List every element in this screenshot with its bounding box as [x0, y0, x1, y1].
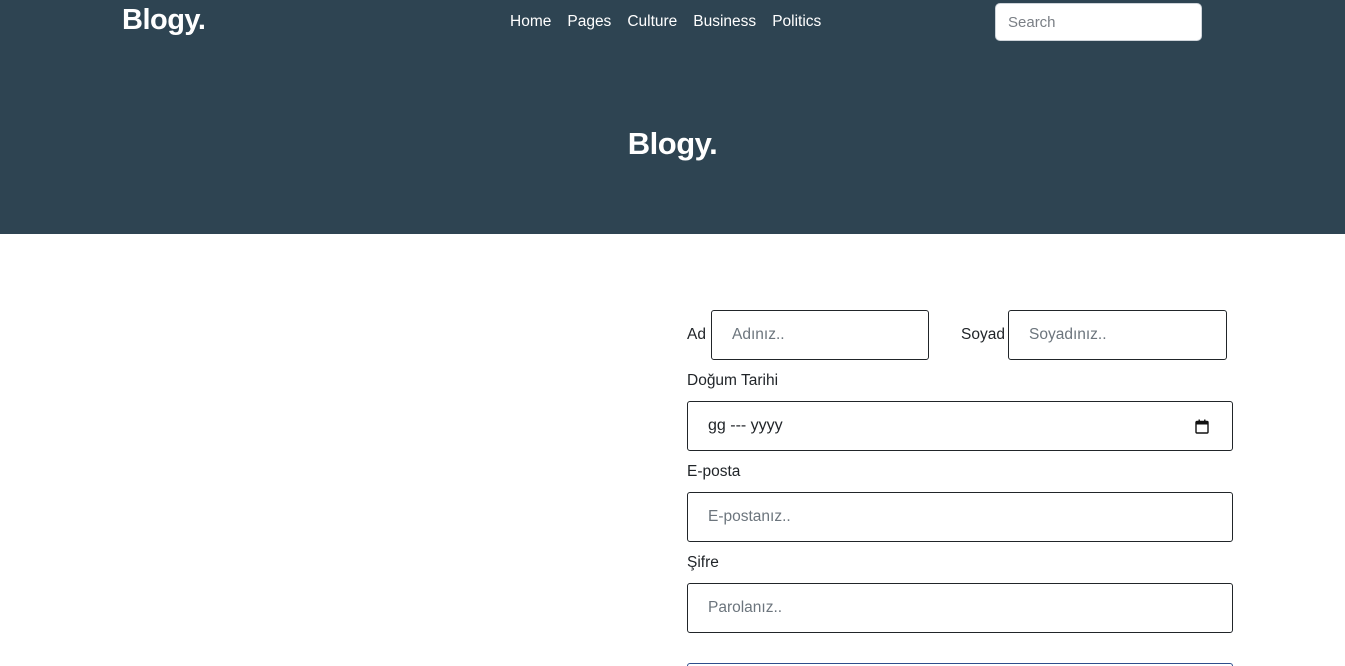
- nav-item: Business: [685, 12, 764, 32]
- name-row: Ad Soyad: [687, 310, 1233, 360]
- email-label: E-posta: [687, 463, 741, 480]
- registration-form: Ad Soyad Doğum Tarihi gg --- yyyy E-post…: [687, 310, 1233, 633]
- last-name-input[interactable]: [1008, 310, 1227, 360]
- navbar: Blogy. Home Pages Culture Business Polit…: [0, 0, 1345, 46]
- birthdate-label: Doğum Tarihi: [687, 372, 779, 389]
- nav-link-pages[interactable]: Pages: [559, 12, 619, 32]
- nav-item: Culture: [619, 12, 685, 32]
- nav-item: Home: [502, 12, 559, 32]
- birthdate-value: gg --- yyyy: [708, 417, 783, 434]
- nav-item: Pages: [559, 12, 619, 32]
- first-name-input[interactable]: [711, 310, 929, 360]
- hero-title: Blogy.: [627, 126, 718, 161]
- nav-links: Home Pages Culture Business Politics: [502, 12, 829, 32]
- nav-link-politics[interactable]: Politics: [764, 12, 829, 32]
- birthdate-input[interactable]: gg --- yyyy: [687, 401, 1233, 451]
- email-input[interactable]: [687, 492, 1233, 542]
- first-name-label: Ad: [687, 326, 706, 343]
- nav-item: Politics: [764, 12, 829, 32]
- brand-logo[interactable]: Blogy.: [122, 4, 206, 37]
- password-label: Şifre: [687, 554, 719, 571]
- nav-link-home[interactable]: Home: [502, 12, 559, 32]
- last-name-label: Soyad: [961, 326, 1005, 343]
- nav-link-culture[interactable]: Culture: [619, 12, 685, 32]
- hero-header: Blogy. Home Pages Culture Business Polit…: [0, 0, 1345, 234]
- password-input[interactable]: [687, 583, 1233, 633]
- nav-link-business[interactable]: Business: [685, 12, 764, 32]
- search-input[interactable]: [995, 3, 1202, 41]
- calendar-icon[interactable]: [1195, 419, 1209, 434]
